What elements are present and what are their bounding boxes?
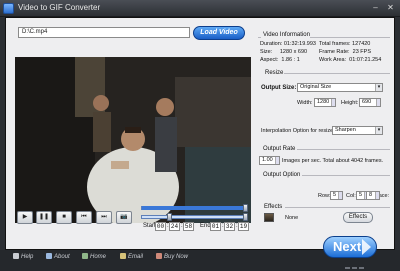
height-input[interactable]: 690: [359, 98, 381, 107]
email-icon: [120, 253, 126, 259]
space-input[interactable]: 8: [366, 191, 380, 200]
end-hours[interactable]: 01: [210, 222, 221, 231]
output-option-title: Output Option: [263, 172, 301, 178]
size-value: 1280 x 690: [279, 49, 308, 55]
title-bar: Video to GIF Converter – ✕: [0, 0, 400, 17]
row-input[interactable]: 5: [330, 191, 343, 200]
chevron-down-icon: ▾: [375, 84, 382, 91]
height-spinner[interactable]: [376, 99, 380, 106]
play-button[interactable]: ▶: [17, 211, 33, 224]
start-hours[interactable]: 00: [155, 222, 166, 231]
duration-label: Duration:: [260, 41, 283, 47]
minimize-button[interactable]: –: [370, 3, 381, 13]
help-link[interactable]: Help: [13, 253, 33, 260]
space-spinner[interactable]: [375, 192, 379, 199]
next-frame-button[interactable]: ⏭: [96, 211, 112, 224]
range-start-thumb[interactable]: [167, 213, 172, 221]
frame-rate-label: Frame Rate:: [319, 49, 350, 55]
aspect-label: Aspect:: [260, 57, 279, 63]
stop-button[interactable]: ■: [56, 211, 72, 224]
window-title: Video to GIF Converter: [18, 3, 101, 12]
height-label: Height:: [341, 100, 359, 106]
close-button[interactable]: ✕: [385, 3, 396, 13]
rate-description: Images per sec. Total about 4042 frames.: [282, 158, 384, 164]
file-path-input[interactable]: D:\C.mp4: [18, 27, 190, 38]
video-info-title: Video Information: [263, 32, 310, 38]
rate-input[interactable]: 1.00: [259, 156, 280, 165]
output-size-value: Original Size: [300, 84, 332, 90]
end-minutes[interactable]: 32: [224, 222, 235, 231]
cart-icon: [156, 253, 162, 259]
work-area-label: Work Area:: [319, 57, 347, 63]
chevron-down-icon: ▾: [375, 127, 382, 134]
home-link[interactable]: Home: [82, 253, 106, 260]
start-seconds[interactable]: 58: [183, 222, 194, 231]
arrow-right-icon: [362, 239, 371, 255]
range-slider[interactable]: [141, 215, 248, 219]
buy-now-link[interactable]: Buy Now: [156, 253, 188, 260]
video-frame-image: [15, 57, 251, 223]
help-icon: [13, 253, 19, 259]
output-size-select[interactable]: Original Size ▾: [297, 83, 383, 92]
app-icon: [3, 3, 14, 14]
about-link[interactable]: About: [46, 253, 70, 260]
interpolation-value: Sharpen: [335, 127, 356, 133]
output-rate-title: Output Rate: [263, 146, 296, 152]
home-icon: [82, 253, 88, 259]
effects-button[interactable]: Effects: [343, 212, 373, 223]
work-area-value: 01:07:21.254: [349, 57, 382, 63]
load-video-button[interactable]: Load Video: [193, 26, 245, 40]
start-label: Start: [143, 223, 156, 229]
interpolation-select[interactable]: Sharpen ▾: [332, 126, 383, 135]
width-spinner[interactable]: [331, 99, 335, 106]
frame-rate-value: 23 FPS: [352, 49, 371, 55]
page-indicator: [345, 265, 366, 271]
resize-title: Resize: [265, 70, 284, 76]
video-preview: [15, 57, 251, 223]
seek-slider[interactable]: [141, 206, 248, 210]
effect-value: None: [285, 215, 299, 221]
email-link[interactable]: Email: [120, 253, 143, 260]
seek-progress: [142, 206, 247, 210]
output-size-label: Output Size:: [261, 85, 297, 91]
row-label: Row:: [318, 193, 331, 199]
width-input[interactable]: 1280: [314, 98, 336, 107]
previous-frame-button[interactable]: ⏮: [76, 211, 92, 224]
range-end-thumb[interactable]: [243, 213, 248, 221]
about-icon: [46, 253, 52, 259]
rate-spinner[interactable]: [275, 157, 279, 164]
size-label: Size:: [260, 49, 273, 55]
row-spinner[interactable]: [338, 192, 342, 199]
seek-slider-thumb[interactable]: [243, 204, 248, 212]
effects-title: Effects: [264, 204, 283, 210]
pause-button[interactable]: ❚❚: [36, 211, 52, 224]
width-label: Width:: [297, 100, 313, 106]
col-label: Col:: [346, 193, 356, 199]
duration-value: 01:32:19.993: [283, 41, 316, 47]
aspect-value: 1.86 : 1: [281, 57, 300, 63]
total-frames-value: 127420: [352, 41, 371, 47]
snapshot-button[interactable]: 📷: [116, 211, 132, 224]
interpolation-label: Interpolation Option for resize:: [261, 128, 335, 134]
end-seconds[interactable]: 19: [238, 222, 249, 231]
effect-preview-icon: [264, 213, 274, 222]
total-frames-label: Total frames:: [319, 41, 351, 47]
start-minutes[interactable]: 24: [169, 222, 180, 231]
